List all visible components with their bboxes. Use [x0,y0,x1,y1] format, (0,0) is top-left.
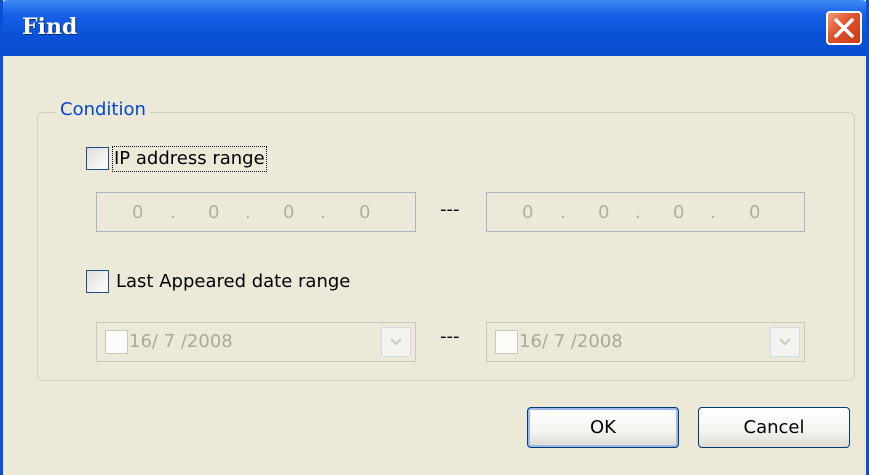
dialog-title: Find [22,14,78,40]
ip-to-octet-4: 0 [749,202,761,223]
chevron-down-icon [390,338,402,346]
ip-from-octet-2: 0 [208,202,220,223]
date-to-value: 16/ 7 /2008 [519,331,623,352]
ip-dot: . [560,202,566,223]
date-range-checkbox[interactable] [86,270,109,293]
ip-from-field[interactable]: 0 . 0 . 0 . 0 [96,192,416,232]
ip-from-octet-3: 0 [283,202,295,223]
date-from-dropdown-button[interactable] [381,327,411,357]
close-button[interactable] [826,11,862,45]
ip-from-octet-1: 0 [132,202,144,223]
ip-to-octet-2: 0 [598,202,610,223]
ip-range-label[interactable]: IP address range [112,146,267,172]
ip-dot: . [320,202,326,223]
date-to-picker[interactable]: 16/ 7 /2008 [486,322,805,362]
ip-to-octet-1: 0 [522,202,534,223]
date-range-separator: --- [440,326,460,347]
ip-dot: . [245,202,251,223]
ip-dot: . [635,202,641,223]
ip-dot: . [170,202,176,223]
ip-dot: . [710,202,716,223]
date-from-picker[interactable]: 16/ 7 /2008 [96,322,416,362]
ip-range-checkbox[interactable] [86,147,109,170]
ip-to-field[interactable]: 0 . 0 . 0 . 0 [486,192,805,232]
cancel-button[interactable]: Cancel [698,407,850,448]
date-from-enable-checkbox[interactable] [105,330,128,354]
date-to-dropdown-button[interactable] [770,327,800,357]
ip-to-octet-3: 0 [673,202,685,223]
date-range-label[interactable]: Last Appeared date range [116,271,350,293]
title-bar[interactable]: Find [3,0,866,56]
date-from-value: 16/ 7 /2008 [129,331,233,352]
date-to-enable-checkbox[interactable] [495,330,518,354]
close-icon [834,18,854,38]
ok-button[interactable]: OK [527,407,679,448]
ip-from-octet-4: 0 [359,202,371,223]
condition-group-title: Condition [56,99,150,121]
chevron-down-icon [779,338,791,346]
ip-range-separator: --- [440,199,460,220]
